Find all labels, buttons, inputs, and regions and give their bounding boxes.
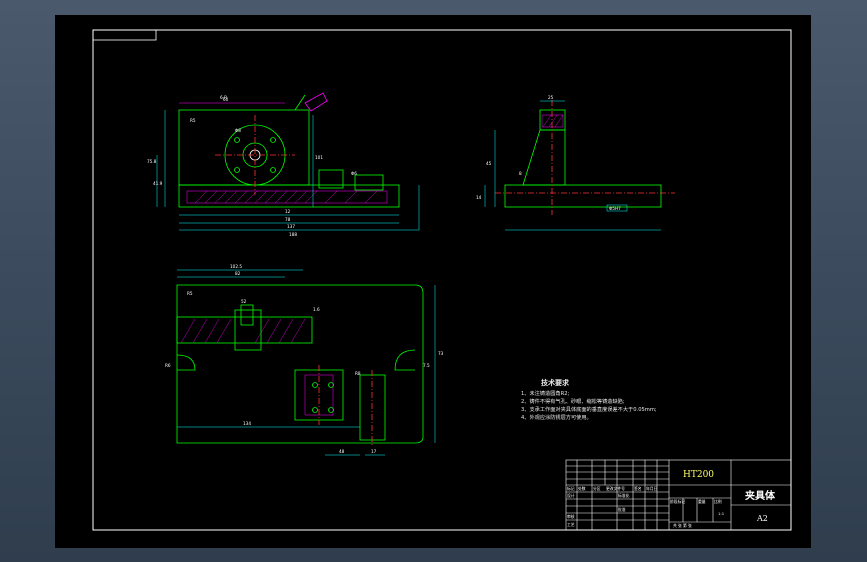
plan-view: 102.5 82 52 R5 R6 1.6 134 48 17 73 7.5 R… [165,264,444,456]
tb-label-stage: 阶段标记 [670,499,685,504]
technical-notes: 技术要求 1、未注铸造圆角R2; 2、铸件不得有气孔、砂眼、缩松等铸造缺陷; 3… [521,378,657,421]
dim-78: 78 [285,217,291,222]
dim-1-6: 1.6 [313,307,320,312]
dim-134: 134 [243,421,251,426]
dim-14: 14 [476,195,482,200]
dim-12: 12 [285,209,291,214]
tb-scale: 1:1 [718,511,725,516]
tb-sheet-size: A2 [756,514,768,523]
note-line-3: 3、支承工作面对夹具体底面的垂直度误差不大于0.05mm; [521,405,657,413]
dim-25: 25 [548,95,554,100]
dim-45: 45 [486,161,492,166]
tb-label-count: 处数 [578,486,586,491]
tb-label-change-doc: 更改文件号 [606,486,625,491]
tb-label-date: 年月日 [646,486,658,491]
drawing-canvas: 6-R R5 60 Φ8 75.8 101 12 78 137 188 41.9… [92,29,792,531]
dim-52: 52 [241,299,247,304]
tb-label-mark: 标记 [567,486,575,491]
note-line-2: 2、铸件不得有气孔、砂眼、缩松等铸造缺陷; [521,397,625,405]
tb-label-zone: 分区 [593,486,601,491]
dim-8: 8 [519,171,522,176]
tb-label-weight: 重量 [698,499,706,504]
dim-phi8: Φ8 [235,128,241,133]
sheet-border [92,29,792,531]
dim-188: 188 [289,232,297,237]
dim-7-5: 7.5 [423,363,430,368]
tb-label-approve: 批准 [618,507,626,512]
notes-title: 技术要求 [541,378,570,387]
dim-R8: R8 [355,371,361,376]
dim-phi5h7: Φ5H7 [609,206,621,211]
dim-137: 137 [287,224,295,229]
tb-material: HT200 [683,470,714,480]
sheet-corner-box [92,29,157,41]
tb-part-name: 夹具体 [745,489,776,502]
note-line-1: 1、未注铸造圆角R2; [521,389,570,397]
tb-label-signature: 签名 [634,486,642,491]
dim-101: 101 [315,155,323,160]
dim-102-5: 102.5 [230,264,242,269]
dim-73: 73 [438,351,444,356]
dim-R5: R5 [190,118,196,123]
tb-label-standardize: 标准化 [618,493,630,498]
note-line-4: 4、外观应涂防锈层方可使用。 [521,413,592,421]
dim-41-9: 41.9 [153,181,163,186]
dim-R5b: R5 [187,291,193,296]
tb-label-sheets: 共 张 第 张 [673,523,692,528]
tb-label-process: 工艺 [567,522,575,527]
dim-60: 60 [223,97,229,102]
dim-phi6: Φ6 [351,171,357,176]
dim-R6: R6 [165,363,171,368]
dim-75-8: 75.8 [147,159,157,164]
dim-48: 48 [339,449,345,454]
front-view: 6-R R5 60 Φ8 75.8 101 12 78 137 188 41.9… [147,92,420,237]
tb-label-review: 审核 [567,514,575,519]
tb-label-ratio: 比例 [714,499,722,504]
dim-17: 17 [371,449,377,454]
tb-label-design: 设计 [567,493,575,498]
cad-viewport[interactable]: 6-R R5 60 Φ8 75.8 101 12 78 137 188 41.9… [55,15,811,548]
side-view: 25 45 8 14 Φ5H7 [476,95,675,231]
dim-82: 82 [235,271,241,276]
